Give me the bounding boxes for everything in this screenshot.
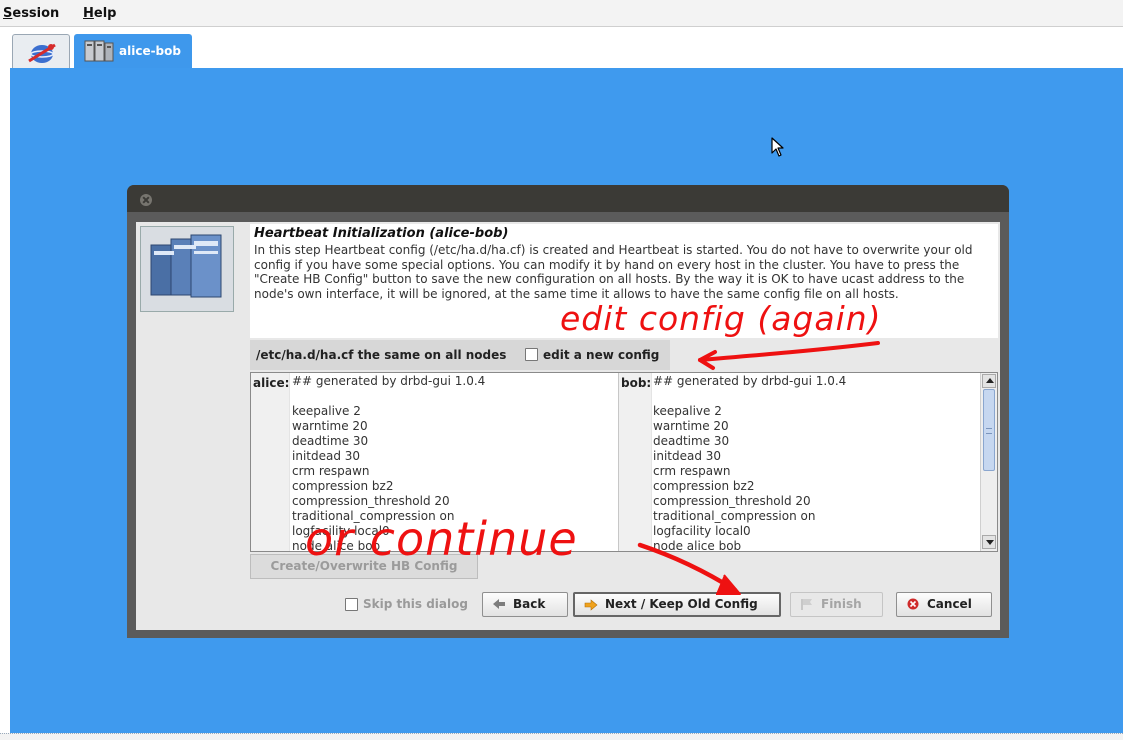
bob-config-text[interactable]: ## generated by drbd-gui 1.0.4 keepalive… [653, 374, 979, 552]
code-line: keepalive 2 [653, 404, 722, 418]
config-editor: alice: ## generated by drbd-gui 1.0.4 ke… [250, 372, 998, 552]
code-line: logfacility local0 [653, 524, 751, 538]
cancel-button-label: Cancel [927, 597, 972, 611]
code-line: logfacility local0 [292, 524, 390, 538]
dialog-body: Heartbeat Initialization (alice-bob) In … [136, 222, 1000, 630]
skip-dialog-label: Skip this dialog [363, 597, 468, 611]
code-line: warntime 20 [653, 419, 729, 433]
host-label-alice: alice: [253, 376, 290, 390]
tab-label: alice-bob [119, 44, 181, 58]
code-line: deadtime 30 [653, 434, 730, 448]
finish-flag-icon [801, 599, 812, 610]
dialog-titlebar [127, 185, 1009, 212]
back-arrow-icon [493, 599, 505, 609]
bob-gutter [619, 373, 652, 551]
dialog-description: In this step Heartbeat config (/etc/ha.d… [254, 243, 973, 301]
tab-alice-bob[interactable]: alice-bob [74, 34, 192, 68]
finish-button[interactable]: Finish [790, 592, 883, 617]
scrollbar-thumb[interactable] [983, 389, 995, 471]
menu-help[interactable]: Help [83, 6, 116, 21]
menu-bar: Session Help [0, 0, 1123, 27]
cancel-button[interactable]: Cancel [896, 592, 992, 617]
next-arrow-icon [584, 599, 598, 611]
tab-main[interactable] [12, 34, 70, 68]
config-same-label: /etc/ha.d/ha.cf the same on all nodes [256, 348, 507, 362]
editor-scrollbar[interactable] [980, 373, 997, 551]
code-line: node alice bob [292, 539, 381, 552]
description-panel: Heartbeat Initialization (alice-bob) In … [250, 224, 998, 338]
code-line: compression bz2 [653, 479, 755, 493]
config-options-bar: /etc/ha.d/ha.cf the same on all nodes ed… [250, 340, 670, 370]
alice-gutter [251, 373, 290, 551]
scroll-up-icon[interactable] [982, 374, 996, 388]
cluster-servers-icon [84, 40, 114, 62]
alice-config-text[interactable]: ## generated by drbd-gui 1.0.4 keepalive… [292, 374, 617, 552]
tab-bar: alice-bob [0, 27, 1123, 68]
skip-dialog-checkbox[interactable] [345, 598, 358, 611]
code-line: deadtime 30 [292, 434, 369, 448]
mouse-cursor-icon [771, 137, 784, 157]
code-line: keepalive 2 [292, 404, 361, 418]
next-keep-old-config-button[interactable]: Next / Keep Old Config [573, 592, 781, 617]
heartbeat-init-dialog: Heartbeat Initialization (alice-bob) In … [127, 185, 1009, 638]
servers-stack-icon [150, 234, 222, 298]
code-line: traditional_compression on [292, 509, 455, 523]
code-line: ## generated by drbd-gui 1.0.4 [292, 374, 486, 388]
code-line: traditional_compression on [653, 509, 816, 523]
status-bar [0, 733, 1123, 740]
code-line: crm respawn [292, 464, 370, 478]
finish-button-label: Finish [821, 597, 862, 611]
code-line: crm respawn [653, 464, 731, 478]
cancel-icon [907, 598, 919, 610]
next-button-label: Next / Keep Old Config [605, 597, 758, 611]
scroll-down-icon[interactable] [982, 535, 996, 549]
create-hb-config-button[interactable]: Create/Overwrite HB Config [250, 554, 478, 579]
edit-new-config-label: edit a new config [543, 348, 660, 362]
menu-session[interactable]: Session [3, 6, 59, 21]
code-line: initdead 30 [653, 449, 722, 463]
network-globe-icon [28, 43, 56, 63]
code-line: node alice bob [653, 539, 742, 552]
heartbeat-servers-image [140, 226, 234, 312]
code-line: compression_threshold 20 [653, 494, 811, 508]
back-button-label: Back [513, 597, 546, 611]
code-line: compression_threshold 20 [292, 494, 450, 508]
host-label-bob: bob: [621, 376, 652, 390]
code-line: ## generated by drbd-gui 1.0.4 [653, 374, 847, 388]
dialog-heading: Heartbeat Initialization (alice-bob) [254, 226, 509, 241]
code-line: compression bz2 [292, 479, 394, 493]
code-line: warntime 20 [292, 419, 368, 433]
code-line: initdead 30 [292, 449, 361, 463]
edit-new-config-checkbox[interactable] [525, 348, 538, 361]
dialog-close-icon[interactable] [140, 194, 152, 206]
back-button[interactable]: Back [482, 592, 568, 617]
